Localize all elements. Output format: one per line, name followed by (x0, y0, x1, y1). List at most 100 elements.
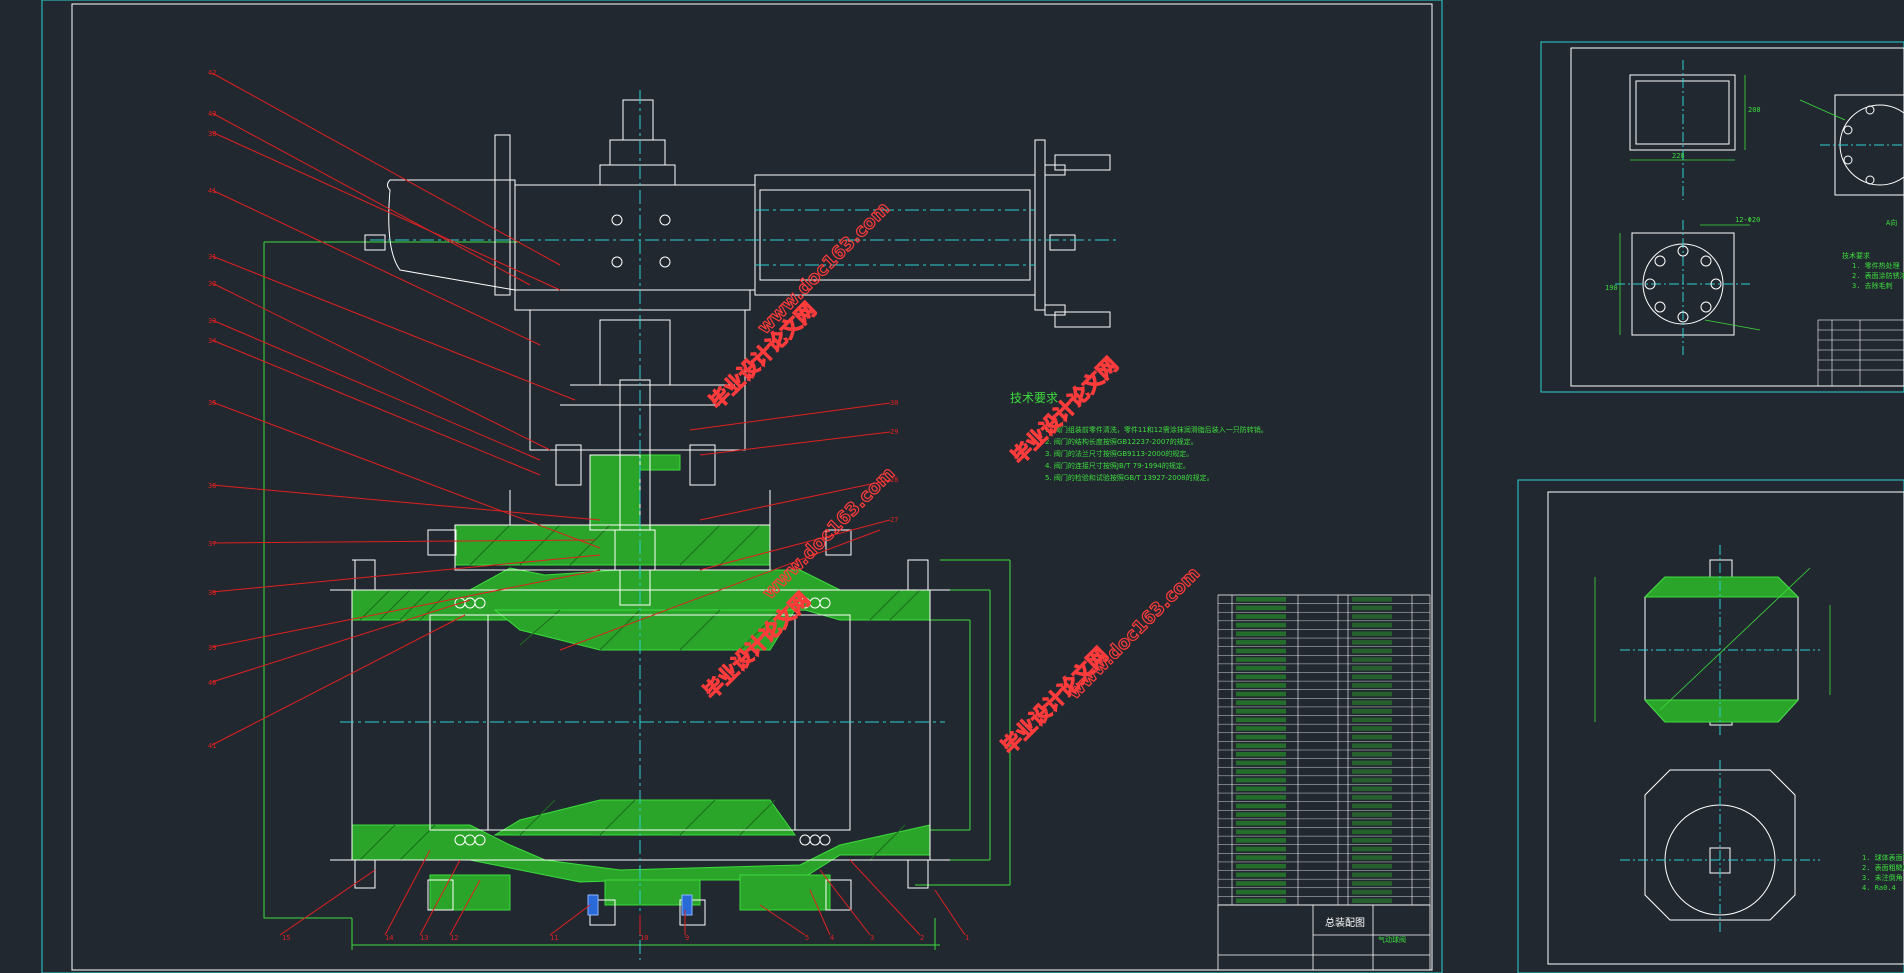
tech-req-1: 1. 阀门组装前零件清洗，零件11和12需涂抹润滑脂后装入一只防转销。 (1045, 425, 1268, 434)
svg-text:13: 13 (420, 934, 428, 942)
parts-row-material-mark (1352, 898, 1392, 903)
parts-row-code-mark (1236, 777, 1286, 783)
parts-row-code-mark (1236, 622, 1286, 628)
svg-text:32: 32 (208, 280, 216, 288)
parts-row-code-mark (1236, 820, 1286, 826)
parts-row-code-mark (1236, 752, 1286, 757)
parts-row-material-mark (1352, 812, 1392, 817)
svg-text:4: 4 (830, 934, 834, 942)
parts-row-code-mark (1236, 631, 1286, 637)
watermark-url-1: www.doc163.com (754, 198, 895, 339)
detail-top-text-0: 技术要求 (1842, 251, 1870, 260)
detail-view-ball: 1. 球体表面镀硬铬 2. 表面粗糙度 3. 未注倒角 4. Ra0.4 (1594, 545, 1904, 935)
cad-drawing-canvas[interactable]: 424338 413132 333435 363738 394041 30292… (0, 0, 1904, 973)
parts-row-material-mark (1352, 855, 1392, 860)
parts-row-code-mark (1236, 605, 1286, 611)
parts-row-material-mark (1352, 657, 1392, 662)
parts-row-code-mark (1236, 743, 1286, 748)
parts-row-material-mark (1352, 605, 1392, 611)
detail-bottom-text-0: 1. 球体表面镀硬铬 (1862, 853, 1904, 862)
parts-row-code-mark (1236, 803, 1286, 809)
parts-row-code-mark (1236, 597, 1286, 602)
title-block-name: 总装配图 (1325, 916, 1365, 929)
sheet-borders (41, 0, 1904, 973)
svg-text:37: 37 (208, 540, 216, 548)
svg-text:38: 38 (208, 589, 216, 597)
parts-row-material-mark (1352, 889, 1392, 895)
parts-row-code-mark (1236, 726, 1286, 731)
svg-text:12: 12 (450, 934, 458, 942)
parts-row-material-mark (1352, 700, 1392, 705)
svg-text:3: 3 (870, 934, 874, 942)
parts-row-code-mark (1236, 838, 1286, 843)
tech-req-4: 4. 阀门的连接尺寸按照JB/T 79-1994的规定。 (1045, 461, 1190, 470)
svg-text:31: 31 (208, 253, 216, 261)
svg-text:43: 43 (208, 110, 216, 118)
svg-text:27: 27 (890, 516, 898, 524)
detail-bottom-text-3: 4. Ra0.4 (1862, 884, 1896, 892)
parts-row-material-mark (1352, 622, 1392, 628)
svg-text:39: 39 (208, 644, 216, 652)
svg-text:10: 10 (640, 934, 648, 942)
dim-top-2: 208 (1748, 106, 1761, 114)
svg-text:36: 36 (208, 482, 216, 490)
svg-text:9: 9 (685, 934, 689, 942)
parts-row-code-mark (1236, 674, 1286, 680)
tech-req-2: 2. 阀门的结构长度按照GB12237-2007的规定。 (1045, 437, 1198, 446)
parts-row-code-mark (1236, 700, 1286, 705)
parts-row-code-mark (1236, 863, 1286, 869)
parts-row-material-mark (1352, 863, 1392, 869)
parts-row-material-mark (1352, 872, 1392, 878)
parts-row-code-mark (1236, 769, 1286, 774)
parts-row-material-mark (1352, 820, 1392, 826)
svg-text:5: 5 (805, 934, 809, 942)
parts-row-material-mark (1352, 760, 1392, 766)
tech-req-3: 3. 阀门的法兰尺寸按照GB9113-2000的规定。 (1045, 449, 1193, 458)
parts-row-code-mark (1236, 683, 1286, 688)
svg-text:35: 35 (208, 399, 216, 407)
parts-row-material-mark (1352, 881, 1392, 886)
parts-row-material-mark (1352, 777, 1392, 783)
parts-row-code-mark (1236, 614, 1286, 619)
dim-top-1: 228 (1672, 152, 1685, 160)
parts-row-code-mark (1236, 872, 1286, 878)
parts-row-material-mark (1352, 795, 1392, 800)
parts-list-rows (1218, 594, 1430, 906)
dim-top-4: 12-Φ20 (1735, 216, 1760, 224)
dim-top-3: 190 (1605, 284, 1618, 292)
parts-row-code-mark (1236, 640, 1286, 645)
svg-text:33: 33 (208, 317, 216, 325)
parts-row-material-mark (1352, 708, 1392, 714)
parts-row-material-mark (1352, 640, 1392, 645)
detail-top-text-3: 3. 去除毛刺 (1852, 281, 1893, 290)
parts-row-material-mark (1352, 838, 1392, 843)
parts-row-material-mark (1352, 597, 1392, 602)
parts-row-material-mark (1352, 648, 1392, 654)
parts-row-code-mark (1236, 881, 1286, 886)
svg-text:40: 40 (208, 679, 216, 687)
view-label-a: A向 (1886, 218, 1897, 227)
parts-row-material-mark (1352, 614, 1392, 619)
tech-req-title: 技术要求 (1010, 391, 1058, 405)
parts-row-material-mark (1352, 829, 1392, 835)
detail-view-top: 228 208 190 12-Φ20 A向 技术要求 1. 零件热处理 2. 表… (1605, 60, 1904, 387)
parts-row-code-mark (1236, 889, 1286, 895)
parts-row-code-mark (1236, 657, 1286, 662)
parts-row-material-mark (1352, 786, 1392, 792)
parts-row-material-mark (1352, 803, 1392, 809)
svg-text:1: 1 (965, 934, 969, 942)
svg-text:15: 15 (282, 934, 290, 942)
svg-text:29: 29 (890, 428, 898, 436)
svg-text:41: 41 (208, 187, 216, 195)
parts-row-code-mark (1236, 855, 1286, 860)
svg-text:38: 38 (208, 130, 216, 138)
parts-row-material-mark (1352, 726, 1392, 731)
parts-row-material-mark (1352, 674, 1392, 680)
detail-top-text-2: 2. 表面涂防锈漆 (1852, 271, 1904, 280)
svg-text:34: 34 (208, 337, 216, 345)
detail-bottom-text-1: 2. 表面粗糙度 (1862, 863, 1904, 872)
parts-row-code-mark (1236, 829, 1286, 835)
parts-row-code-mark (1236, 691, 1286, 697)
parts-row-code-mark (1236, 708, 1286, 714)
parts-row-material-mark (1352, 691, 1392, 697)
